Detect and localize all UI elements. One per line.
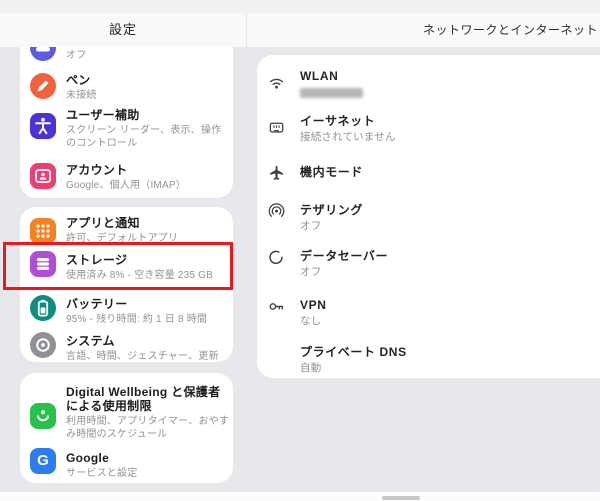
wellbeing-icon — [30, 403, 56, 429]
battery-icon — [30, 295, 56, 321]
system-icon — [30, 332, 56, 358]
settings-item-battery[interactable]: バッテリー 95% - 残り時間: 約 1 日 8 時間 — [20, 295, 233, 329]
item-subtitle: なし — [300, 315, 322, 327]
item-title: イーサネット — [300, 114, 376, 128]
item-title: アプリと通知 — [66, 216, 140, 230]
airplane-icon — [268, 164, 285, 181]
item-subtitle: 言語、時間、ジェスチャー、更新 — [66, 351, 219, 362]
item-subtitle: Google、個人用（IMAP） — [66, 180, 186, 191]
item-subtitle: オフ — [66, 50, 87, 61]
vpn-key-icon — [268, 298, 285, 315]
account-icon — [30, 163, 56, 189]
item-title: ペン — [66, 73, 91, 87]
item-title: データセーバー — [300, 249, 389, 263]
header-divider — [246, 13, 247, 47]
settings-card-3: Digital Wellbeing と保護者による使用制限 利用時間、アプリタイ… — [20, 373, 233, 483]
item-title: Digital Wellbeing と保護者による使用制限 — [66, 385, 221, 413]
settings-item-digital-wellbeing[interactable]: Digital Wellbeing と保護者による使用制限 利用時間、アプリタイ… — [20, 385, 233, 443]
settings-item-system[interactable]: システム 言語、時間、ジェスチャー、更新 — [20, 332, 233, 362]
item-subtitle: 95% - 残り時間: 約 1 日 8 時間 — [66, 314, 208, 325]
item-subtitle: 接続されていません — [300, 131, 396, 143]
item-subtitle: オフ — [300, 220, 322, 232]
bottom-navigation-bar — [0, 492, 600, 501]
item-title: プライベート DNS — [300, 345, 407, 359]
settings-item-pen[interactable]: ペン 未接続 — [20, 73, 233, 105]
pen-icon — [30, 73, 56, 99]
ethernet-icon — [268, 119, 285, 136]
item-title: バッテリー — [66, 297, 128, 311]
network-item-data-saver[interactable]: データセーバー オフ — [257, 249, 600, 281]
settings-app-window: 設定 ネットワークとインターネット オフ ペン 未接続 ユーザー補助 スクリーン… — [0, 0, 600, 501]
item-title: 機内モード — [300, 165, 364, 179]
settings-card-1: オフ ペン 未接続 ユーザー補助 スクリーン リーダー、表示、操作のコントロール — [20, 47, 233, 198]
status-bar — [0, 0, 600, 13]
settings-pane-title: 設定 — [108, 22, 137, 37]
network-item-tethering[interactable]: テザリング オフ — [257, 203, 600, 235]
item-title: ユーザー補助 — [66, 108, 140, 122]
item-subtitle: オフ — [300, 266, 322, 278]
item-title: システム — [66, 334, 115, 348]
wlan-ssid-redacted — [300, 88, 363, 98]
network-item-airplane-mode[interactable]: 機内モード — [257, 165, 600, 183]
accessibility-icon — [30, 113, 56, 139]
item-subtitle: サービスと設定 — [66, 468, 138, 479]
hidden-top-icon — [30, 47, 56, 61]
settings-item-accounts[interactable]: アカウント Google、個人用（IMAP） — [20, 163, 233, 195]
item-subtitle: スクリーン リーダー、表示、操作のコントロール — [66, 125, 222, 149]
storage-highlight-rectangle — [3, 242, 233, 290]
item-subtitle: 未接続 — [66, 90, 97, 101]
item-title: VPN — [300, 298, 327, 312]
network-item-ethernet[interactable]: イーサネット 接続されていません — [257, 114, 600, 146]
item-subtitle: 自動 — [300, 362, 322, 374]
item-title: WLAN — [300, 69, 339, 83]
item-title: アカウント — [66, 163, 128, 177]
network-internet-card: WLAN イーサネット 接続されていません 機内モード テザリング オフ データ… — [257, 55, 600, 378]
google-icon: G — [30, 448, 56, 474]
apps-icon — [30, 218, 56, 244]
item-subtitle: 利用時間、アプリタイマー、おやすみ時間のスケジュール — [66, 416, 230, 440]
wifi-icon — [268, 74, 285, 91]
network-item-vpn[interactable]: VPN なし — [257, 298, 600, 330]
app-bar: 設定 ネットワークとインターネット — [0, 13, 600, 47]
item-title: テザリング — [300, 203, 364, 217]
settings-item-accessibility[interactable]: ユーザー補助 スクリーン リーダー、表示、操作のコントロール — [20, 108, 233, 152]
network-pane-title: ネットワークとインターネット — [422, 23, 598, 37]
item-title: Google — [66, 451, 110, 465]
tethering-icon — [268, 202, 285, 219]
network-item-wlan[interactable]: WLAN — [257, 69, 600, 101]
network-item-private-dns[interactable]: プライベート DNS 自動 — [257, 345, 600, 377]
data-saver-icon — [268, 249, 285, 266]
gesture-pill[interactable] — [382, 496, 420, 500]
settings-item-google[interactable]: G Google サービスと設定 — [20, 448, 233, 483]
